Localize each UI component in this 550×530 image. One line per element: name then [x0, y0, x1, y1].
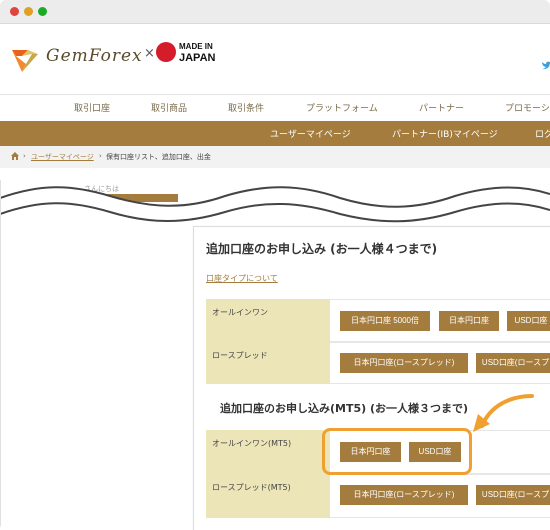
nav-platform[interactable]: プラットフォーム — [306, 101, 378, 114]
mt5-allinone-highlight-box — [322, 428, 472, 475]
nav-trading-products[interactable]: 取引商品 — [151, 101, 187, 114]
breadcrumb-link-user-mypage[interactable]: ユーザーマイページ — [31, 152, 94, 162]
collab-times-sign: × — [144, 46, 155, 61]
close-window-button[interactable] — [10, 7, 19, 16]
nav-trading-accounts[interactable]: 取引口座 — [74, 101, 110, 114]
made-in-japan-badge: MADE IN JAPAN — [179, 42, 216, 64]
logo-wordmark[interactable]: GemForex — [46, 46, 143, 66]
section2-title: 追加口座のお申し込み(MT5) (お一人様３つまで) — [220, 402, 469, 415]
site-header: GemForex × MADE IN JAPAN — [0, 24, 550, 94]
primary-nav: 取引口座 取引商品 取引条件 プラットフォーム パートナー プロモーシ — [0, 94, 550, 121]
usd-account-button[interactable]: USD口座 — [507, 311, 550, 331]
gemforex-logo-icon[interactable] — [8, 42, 44, 78]
row-label-allinone: オールインワン — [206, 299, 330, 342]
japan-flag-icon — [156, 42, 176, 62]
breadcrumb-current: 保有口座リスト、追加口座、出金 — [106, 153, 211, 161]
japan-label: JAPAN — [179, 52, 216, 64]
section1-title: 追加口座のお申し込み (お一人様４つまで) — [206, 242, 438, 256]
content-left-border — [0, 180, 1, 530]
torn-page-divider — [0, 186, 550, 223]
breadcrumb: › ユーザーマイページ › 保有口座リスト、追加口座、出金 — [0, 146, 550, 168]
nav-login[interactable]: ログ — [535, 127, 550, 140]
breadcrumb-separator: › — [23, 152, 26, 160]
row-label-lowspread-mt5: ロースプレッド(MT5) — [206, 474, 330, 518]
secondary-nav: ユーザーマイページ パートナー(IB)マイページ ログ — [0, 121, 550, 146]
usd-lowspread-account-button[interactable]: USD口座(ロースプ — [476, 353, 550, 373]
made-in-label: MADE IN — [179, 42, 213, 51]
nav-partner[interactable]: パートナー — [419, 101, 464, 114]
breadcrumb-separator: › — [99, 152, 102, 160]
row-label-allinone-mt5: オールインワン(MT5) — [206, 430, 330, 474]
mt5-jpy-lowspread-account-button[interactable]: 日本円口座(ロースプレッド) — [340, 485, 468, 505]
nav-promotion[interactable]: プロモーシ — [505, 101, 550, 114]
minimize-window-button[interactable] — [24, 7, 33, 16]
row-label-lowspread: ロースプレッド — [206, 342, 330, 384]
jpy-5000x-account-button[interactable]: 日本円口座 5000倍 — [340, 311, 430, 331]
window-titlebar — [0, 0, 550, 24]
nav-user-mypage[interactable]: ユーザーマイページ — [270, 127, 351, 140]
mt5-usd-lowspread-account-button[interactable]: USD口座(ロースプ — [476, 485, 550, 505]
jpy-lowspread-account-button[interactable]: 日本円口座(ロースプレッド) — [340, 353, 468, 373]
curved-arrow-icon — [473, 394, 534, 432]
jpy-account-button[interactable]: 日本円口座 — [439, 311, 499, 331]
nav-trading-conditions[interactable]: 取引条件 — [228, 101, 264, 114]
twitter-icon[interactable] — [542, 60, 550, 70]
nav-partner-mypage[interactable]: パートナー(IB)マイページ — [392, 127, 498, 140]
home-icon[interactable] — [11, 152, 19, 160]
browser-window: GemForex × MADE IN JAPAN 取引口座 取引商品 取引条件 … — [0, 0, 550, 530]
account-type-link[interactable]: 口座タイプについて — [206, 273, 278, 284]
maximize-window-button[interactable] — [38, 7, 47, 16]
